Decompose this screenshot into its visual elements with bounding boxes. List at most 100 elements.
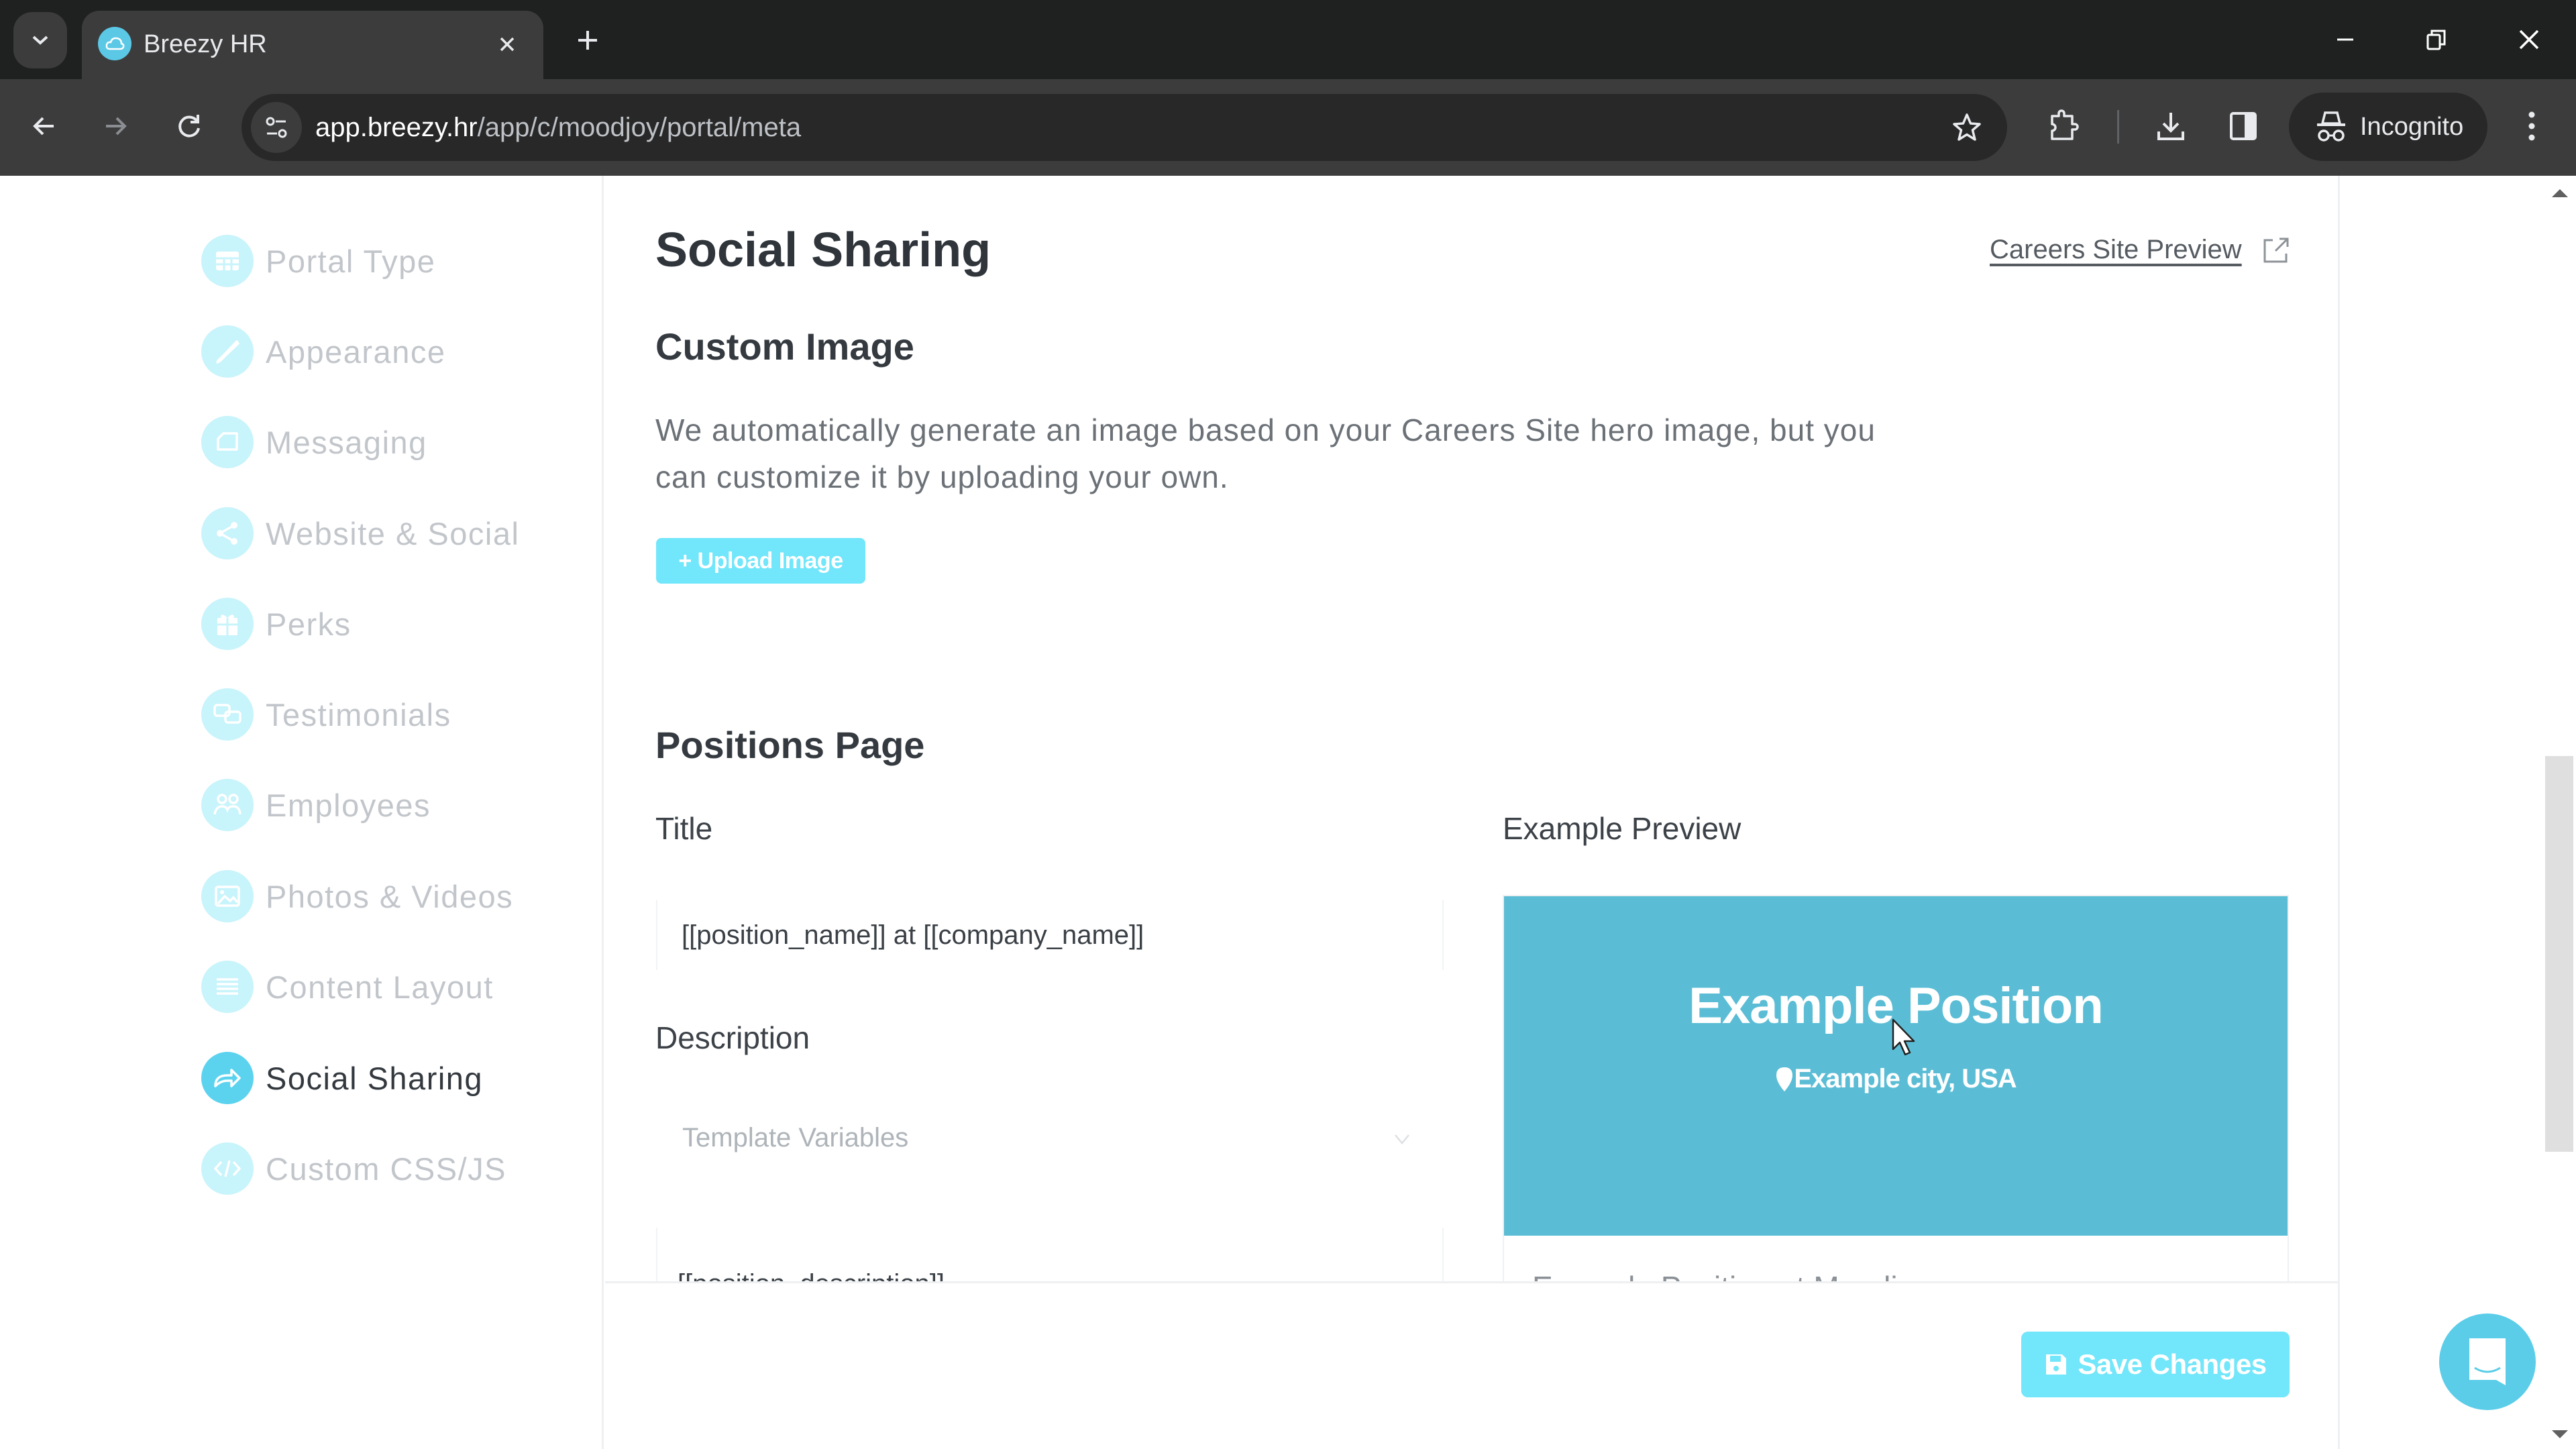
- sidebar-item-social-sharing[interactable]: Social Sharing: [201, 1048, 577, 1108]
- scroll-up-arrow-icon[interactable]: [2552, 189, 2568, 197]
- save-bar: Save Changes: [605, 1281, 2340, 1449]
- reload-icon: [178, 115, 200, 138]
- map-pin-icon: [1776, 1067, 1793, 1091]
- sidebar-item-testimonials[interactable]: Testimonials: [201, 684, 577, 745]
- arrow-left-icon: [33, 117, 54, 136]
- download-icon: [2157, 113, 2184, 140]
- bookmark-button[interactable]: [1941, 102, 1992, 153]
- save-changes-label: Save Changes: [2078, 1348, 2267, 1380]
- page-title: Social Sharing: [655, 223, 991, 277]
- image-icon: [201, 870, 254, 922]
- sidebar-item-photos-videos[interactable]: Photos & Videos: [201, 866, 577, 926]
- sidebar-item-label: Content Layout: [266, 969, 494, 1005]
- sidebar-item-perks[interactable]: Perks: [201, 594, 577, 654]
- sidebar-item-label: Appearance: [266, 333, 446, 370]
- tune-icon: [266, 117, 287, 138]
- brush-icon: [201, 325, 254, 378]
- chevron-down-icon[interactable]: [1390, 1127, 1414, 1151]
- incognito-profile-button[interactable]: Incognito: [2289, 93, 2487, 161]
- incognito-icon: [2317, 111, 2345, 142]
- page-viewport: Portal Type Appearance Messaging Website…: [0, 176, 2576, 1449]
- sidebar-item-custom-css-js[interactable]: Custom CSS/JS: [201, 1138, 577, 1199]
- browser-tab[interactable]: Breezy HR: [82, 11, 543, 80]
- preview-location: Example city, USA: [1504, 1064, 2288, 1094]
- list-icon: [201, 961, 254, 1013]
- sidebar-item-appearance[interactable]: Appearance: [201, 321, 577, 382]
- support-chat-button[interactable]: [2439, 1313, 2536, 1410]
- sidebar-item-label: Social Sharing: [266, 1060, 484, 1096]
- portal-settings-sidebar: Portal Type Appearance Messaging Website…: [0, 176, 604, 1449]
- scroll-down-arrow-icon[interactable]: [2552, 1430, 2568, 1438]
- tab-search-button[interactable]: [13, 12, 67, 68]
- title-label: Title: [655, 811, 713, 846]
- template-variables-select[interactable]: Template Variables: [682, 1123, 908, 1153]
- sidebar-item-content-layout[interactable]: Content Layout: [201, 957, 577, 1017]
- chevron-down-icon: [32, 36, 48, 45]
- sidebar-item-label: Messaging: [266, 424, 427, 460]
- people-icon: [201, 779, 254, 831]
- more-vert-icon: [2528, 111, 2535, 141]
- code-icon: [201, 1142, 254, 1195]
- sidebar-item-label: Photos & Videos: [266, 878, 514, 914]
- tab-title: Breezy HR: [144, 30, 267, 58]
- minimize-icon: [2337, 38, 2353, 41]
- extensions-button[interactable]: [2037, 99, 2090, 153]
- scrollbar-thumb[interactable]: [2545, 756, 2573, 1152]
- downloads-button[interactable]: [2144, 99, 2198, 153]
- browser-menu-button[interactable]: [2505, 99, 2559, 153]
- sidebar-item-employees[interactable]: Employees: [201, 775, 577, 835]
- url-text[interactable]: app.breezy.hr/app/c/moodjoy/portal/meta: [315, 110, 801, 145]
- chat-bubbles-icon: [201, 688, 254, 741]
- preview-hero: Example Position Example city, USA: [1504, 896, 2288, 1236]
- plus-icon: [578, 31, 597, 50]
- close-window-button[interactable]: [2502, 16, 2556, 63]
- upload-image-button[interactable]: + Upload Image: [656, 538, 865, 584]
- sidebar-item-label: Employees: [266, 787, 431, 823]
- browser-tab-bar: Breezy HR: [0, 0, 2576, 80]
- back-button[interactable]: [17, 99, 71, 153]
- description-label: Description: [655, 1020, 810, 1055]
- reload-button[interactable]: [162, 99, 216, 153]
- url-host: app.breezy.hr: [315, 113, 478, 142]
- share-icon: [201, 507, 254, 559]
- tab-close-button[interactable]: [490, 27, 525, 62]
- floppy-disk-icon: [2046, 1354, 2067, 1375]
- preview-location-text: Example city, USA: [1794, 1064, 2017, 1093]
- sidebar-item-label: Website & Social: [266, 515, 520, 551]
- side-panel-icon: [2230, 112, 2257, 140]
- description-input-value: [[position_description]]: [678, 1269, 945, 1281]
- side-panel-button[interactable]: [2216, 99, 2270, 153]
- sidebar-item-website-social[interactable]: Website & Social: [201, 503, 577, 564]
- custom-image-heading: Custom Image: [655, 325, 914, 368]
- puzzle-icon: [2051, 109, 2079, 140]
- restore-button[interactable]: [2410, 16, 2463, 63]
- sidebar-item-messaging[interactable]: Messaging: [201, 412, 577, 472]
- minimize-button[interactable]: [2318, 16, 2372, 63]
- example-preview-card: Example Position Example city, USA Examp…: [1503, 895, 2289, 1281]
- sidebar-item-label: Testimonials: [266, 696, 451, 733]
- forward-button[interactable]: [89, 99, 142, 153]
- title-input[interactable]: [[position_name]] at [[company_name]]: [656, 900, 1444, 970]
- share-arrow-icon: [201, 1052, 254, 1104]
- external-link-icon[interactable]: [2259, 235, 2292, 267]
- main-content: Social Sharing Careers Site Preview Cust…: [605, 176, 2340, 1281]
- example-preview-label: Example Preview: [1503, 811, 1741, 846]
- careers-site-preview-link[interactable]: Careers Site Preview: [1990, 235, 2242, 265]
- close-icon: [2519, 30, 2539, 50]
- save-changes-button[interactable]: Save Changes: [2021, 1332, 2290, 1397]
- chat-icon: [2469, 1338, 2506, 1385]
- address-bar[interactable]: app.breezy.hr/app/c/moodjoy/portal/meta: [241, 94, 2007, 161]
- breezy-favicon-icon: [98, 27, 131, 60]
- title-input-value: [[position_name]] at [[company_name]]: [682, 920, 1144, 950]
- message-icon: [201, 416, 254, 468]
- toolbar-divider: [2117, 110, 2119, 144]
- url-path: /app/c/moodjoy/portal/meta: [477, 113, 802, 142]
- positions-page-heading: Positions Page: [655, 724, 925, 766]
- site-info-button[interactable]: [251, 102, 302, 153]
- custom-image-description: We automatically generate an image based…: [655, 413, 1876, 494]
- star-icon: [1953, 113, 1981, 141]
- sidebar-item-portal-type[interactable]: Portal Type: [201, 231, 577, 291]
- arrow-right-icon: [106, 117, 127, 136]
- description-input[interactable]: [[position_description]]: [656, 1228, 1444, 1281]
- new-tab-button[interactable]: [568, 20, 608, 60]
